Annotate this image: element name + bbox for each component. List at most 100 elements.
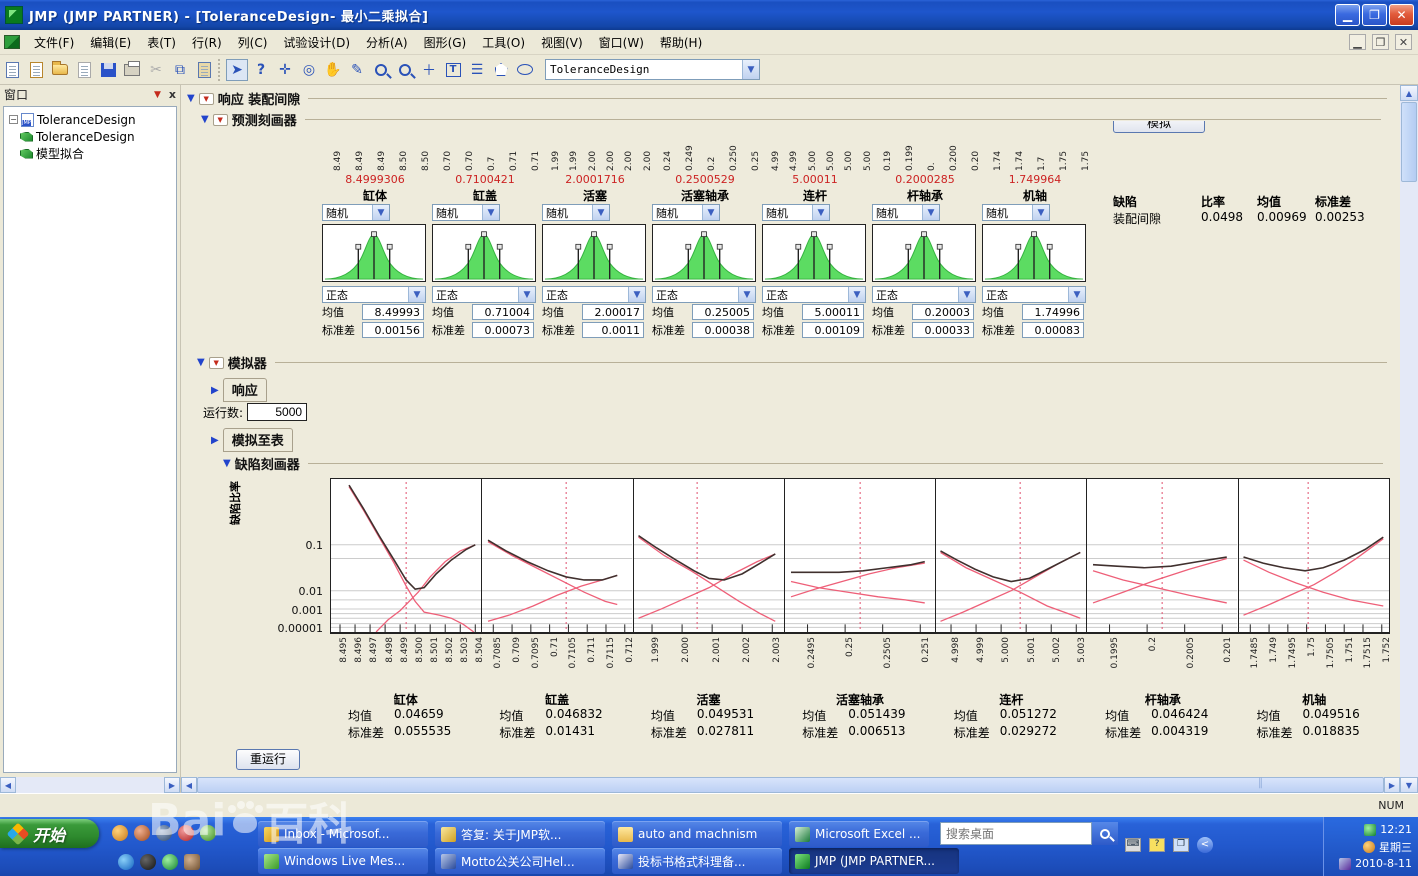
- window-tray-icon[interactable]: ❐: [1173, 838, 1189, 852]
- search-input[interactable]: [940, 822, 1092, 845]
- sd-field[interactable]: [582, 322, 644, 338]
- crosshair-tool-icon[interactable]: ✛: [274, 59, 296, 81]
- outline-menu-icon[interactable]: ▼: [213, 114, 228, 126]
- mean-field[interactable]: [362, 304, 424, 320]
- random-dropdown[interactable]: 随机▼: [652, 204, 720, 221]
- sd-field[interactable]: [1022, 322, 1084, 338]
- quick-launch-icon[interactable]: [200, 825, 216, 841]
- sidebar-horizontal-scrollbar[interactable]: ◀ ▶: [0, 777, 180, 793]
- internet-explorer-icon[interactable]: [118, 854, 134, 870]
- sd-field[interactable]: [692, 322, 754, 338]
- ellipse-tool-icon[interactable]: [514, 59, 536, 81]
- main-horizontal-scrollbar[interactable]: ◀ ▶: [181, 777, 1400, 793]
- scrollbar-thumb[interactable]: [197, 777, 1384, 793]
- distribution-type-dropdown[interactable]: 正态▼: [652, 286, 756, 303]
- sphere-icon[interactable]: [162, 854, 178, 870]
- mean-field[interactable]: [692, 304, 754, 320]
- disclosure-icon[interactable]: ▼: [223, 458, 231, 469]
- scroll-left-icon[interactable]: ◀: [181, 777, 197, 793]
- mean-field[interactable]: [472, 304, 534, 320]
- response-collapsed-title[interactable]: 响应: [223, 378, 267, 402]
- bullseye-tool-icon[interactable]: ◎: [298, 59, 320, 81]
- distribution-plot[interactable]: [432, 224, 536, 282]
- mean-field[interactable]: [802, 304, 864, 320]
- defect-panel[interactable]: [1238, 479, 1390, 632]
- distribution-type-dropdown[interactable]: 正态▼: [322, 286, 426, 303]
- distribution-type-dropdown[interactable]: 正态▼: [432, 286, 536, 303]
- arrow-tool-icon[interactable]: ➤: [226, 59, 248, 81]
- new-journal-icon[interactable]: [25, 59, 47, 81]
- task-reply-mail[interactable]: 答复: 关于JMP软...: [435, 821, 605, 847]
- menu-file[interactable]: 文件(F): [26, 31, 82, 54]
- menu-rows[interactable]: 行(R): [184, 31, 230, 54]
- help-tool-icon[interactable]: ?: [250, 59, 272, 81]
- search-button[interactable]: [1092, 822, 1118, 845]
- quick-launch-icon[interactable]: [112, 825, 128, 841]
- chevron-down-icon[interactable]: ▼: [742, 60, 759, 79]
- defect-panel[interactable]: [633, 479, 784, 632]
- tree-item-model-fit[interactable]: 模型拟合: [6, 145, 174, 162]
- vertical-scrollbar[interactable]: ▲ ▼: [1400, 85, 1418, 793]
- quick-launch-icon[interactable]: [134, 825, 150, 841]
- distribution-plot[interactable]: [542, 224, 646, 282]
- chevron-left-icon[interactable]: <: [1197, 837, 1213, 853]
- paste-icon[interactable]: [193, 59, 215, 81]
- outline-menu-icon[interactable]: ▼: [209, 357, 224, 369]
- random-dropdown[interactable]: 随机▼: [762, 204, 830, 221]
- menu-doe[interactable]: 试验设计(D): [275, 31, 358, 54]
- task-windows-live[interactable]: Windows Live Mes...: [258, 848, 428, 874]
- sim-to-table-title[interactable]: 模拟至表: [223, 428, 293, 452]
- defect-panel[interactable]: [481, 479, 632, 632]
- task-inbox[interactable]: Inbox - Microsof...: [258, 821, 428, 847]
- lasso-tool-icon[interactable]: [370, 59, 392, 81]
- polygon-tool-icon[interactable]: [490, 59, 512, 81]
- scroll-left-icon[interactable]: ◀: [0, 777, 16, 793]
- scroll-down-icon[interactable]: ▼: [1400, 777, 1418, 793]
- menu-help[interactable]: 帮助(H): [652, 31, 710, 54]
- panel-menu-icon[interactable]: ▼: [154, 90, 161, 100]
- defect-panel[interactable]: [330, 479, 481, 632]
- distribution-type-dropdown[interactable]: 正态▼: [542, 286, 646, 303]
- task-excel[interactable]: Microsoft Excel ...: [789, 821, 929, 847]
- mean-field[interactable]: [582, 304, 644, 320]
- distribution-plot[interactable]: [872, 224, 976, 282]
- annotate-tool-icon[interactable]: T: [442, 59, 464, 81]
- task-folder-auto[interactable]: auto and machnism: [612, 821, 782, 847]
- help-tray-icon[interactable]: ?: [1149, 838, 1165, 852]
- distribution-type-dropdown[interactable]: 正态▼: [872, 286, 976, 303]
- disclosure-icon[interactable]: ▼: [201, 114, 209, 125]
- task-jmp-active[interactable]: JMP (JMP PARTNER...: [789, 848, 959, 874]
- close-button[interactable]: ✕: [1389, 4, 1414, 26]
- sd-field[interactable]: [802, 322, 864, 338]
- menu-view[interactable]: 视图(V): [533, 31, 591, 54]
- random-dropdown[interactable]: 随机▼: [982, 204, 1050, 221]
- menu-edit[interactable]: 编辑(E): [82, 31, 139, 54]
- window-selector-combo[interactable]: ToleranceDesign ▼: [545, 59, 760, 80]
- task-motto[interactable]: Motto公关公司Hel...: [435, 848, 605, 874]
- menu-graph[interactable]: 图形(G): [416, 31, 475, 54]
- menu-tables[interactable]: 表(T): [139, 31, 184, 54]
- scroll-right-icon[interactable]: ▶: [1384, 777, 1400, 793]
- disclosure-icon[interactable]: ▶: [211, 385, 219, 396]
- line-tool-icon[interactable]: ☰: [466, 59, 488, 81]
- quick-launch-icon[interactable]: [178, 825, 194, 841]
- tree-collapse-icon[interactable]: −: [9, 115, 18, 124]
- disclosure-icon[interactable]: ▶: [211, 435, 219, 446]
- open-file-icon[interactable]: [49, 59, 71, 81]
- runs-field[interactable]: [247, 403, 307, 421]
- mean-field[interactable]: [912, 304, 974, 320]
- plus-tool-icon[interactable]: ＋: [418, 59, 440, 81]
- scroll-right-icon[interactable]: ▶: [164, 777, 180, 793]
- distribution-plot[interactable]: [762, 224, 866, 282]
- defect-panel[interactable]: [784, 479, 935, 632]
- copy-icon[interactable]: ⧉: [169, 59, 191, 81]
- mean-field[interactable]: [1022, 304, 1084, 320]
- start-button[interactable]: 开始: [0, 819, 99, 848]
- random-dropdown[interactable]: 随机▼: [542, 204, 610, 221]
- scroll-up-icon[interactable]: ▲: [1400, 85, 1418, 101]
- camera-icon[interactable]: [184, 854, 200, 870]
- sd-field[interactable]: [472, 322, 534, 338]
- disclosure-icon[interactable]: ▼: [187, 93, 195, 104]
- defect-panel[interactable]: [935, 479, 1086, 632]
- defect-panel[interactable]: [1086, 479, 1237, 632]
